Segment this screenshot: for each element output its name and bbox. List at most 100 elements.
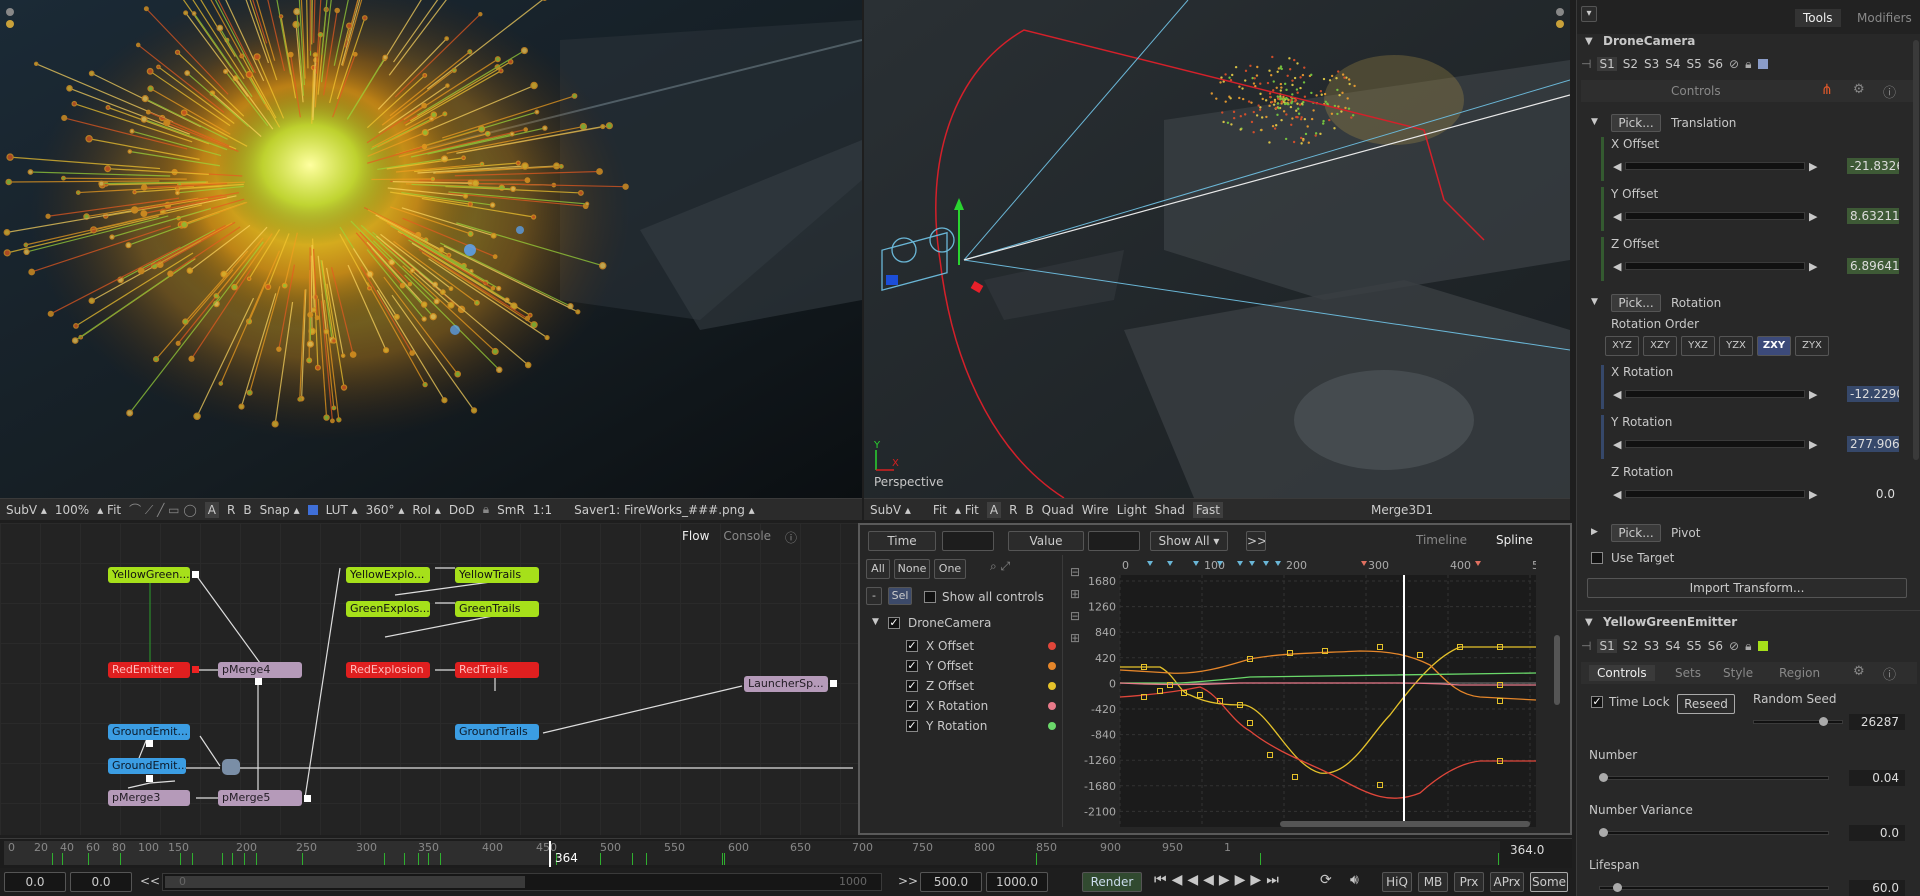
- node1-expand-icon[interactable]: ▼: [1585, 36, 1593, 47]
- node1-controls-label[interactable]: Controls: [1671, 84, 1721, 98]
- channel-a-button[interactable]: A: [204, 501, 219, 518]
- settings-gear-icon[interactable]: ⚙: [1853, 82, 1865, 97]
- global-end-field[interactable]: 1000.0: [986, 872, 1048, 892]
- tree-expand-icon[interactable]: ▼: [872, 617, 879, 627]
- zoom-icon[interactable]: ⌕ ⤢: [990, 559, 1010, 574]
- lock-icon[interactable]: 🔒︎: [483, 502, 489, 517]
- right-viewer[interactable]: Y X Perspective: [864, 0, 1570, 498]
- disable-icon[interactable]: ⊘: [1729, 639, 1739, 653]
- number-variance-value[interactable]: 0.0: [1849, 825, 1905, 841]
- time-lock-checkbox[interactable]: ✓: [1591, 696, 1603, 708]
- sel-button[interactable]: Sel: [888, 587, 912, 605]
- slot-s5[interactable]: S5: [1687, 57, 1702, 71]
- z-offset-dec-arrow[interactable]: ◀: [1613, 260, 1621, 273]
- x-rotation-dec-arrow[interactable]: ◀: [1613, 388, 1621, 401]
- slot-s6[interactable]: S6: [1708, 57, 1723, 71]
- render-start-field[interactable]: 0.0: [70, 872, 132, 892]
- channel-checkbox[interactable]: ✓: [906, 700, 918, 712]
- pipe-router[interactable]: [222, 759, 240, 775]
- y-rotation-dec-arrow[interactable]: ◀: [1613, 438, 1621, 451]
- node-groundemit1[interactable]: GroundEmit...: [108, 724, 190, 740]
- channel-checkbox[interactable]: ✓: [906, 680, 918, 692]
- scroll-fwd-button[interactable]: >>: [898, 874, 918, 888]
- tab-modifiers[interactable]: Modifiers: [1857, 11, 1912, 25]
- rotation-order-yxz[interactable]: YXZ: [1681, 336, 1715, 356]
- toggle-hiq[interactable]: HiQ: [1382, 872, 1412, 892]
- filter-one[interactable]: One: [934, 559, 966, 579]
- spline-vscroll[interactable]: [1554, 635, 1560, 705]
- expand-button[interactable]: >>: [1246, 531, 1266, 551]
- number-handle[interactable]: [1599, 773, 1608, 782]
- toggle-prx[interactable]: Prx: [1454, 872, 1484, 892]
- import-transform-button[interactable]: Import Transform...: [1587, 578, 1907, 598]
- scroll-back-button[interactable]: <<: [140, 874, 160, 888]
- node-output[interactable]: [146, 775, 153, 782]
- pivot-pick-button[interactable]: Pick...: [1611, 524, 1661, 542]
- rotation-order-xzy[interactable]: XZY: [1643, 336, 1677, 356]
- node2-expand-icon[interactable]: ▼: [1585, 617, 1593, 628]
- slot-s4[interactable]: S4: [1665, 639, 1680, 653]
- x-rotation-inc-arrow[interactable]: ▶: [1809, 388, 1817, 401]
- rotation-pick-button[interactable]: Pick...: [1611, 294, 1661, 312]
- render-button[interactable]: Render: [1082, 872, 1142, 892]
- subview-menu[interactable]: SubV ▴: [6, 503, 47, 517]
- show-all-dropdown[interactable]: Show All ▾: [1150, 531, 1228, 551]
- toggle-mb[interactable]: MB: [1418, 872, 1448, 892]
- y-offset-inc-arrow[interactable]: ▶: [1809, 210, 1817, 223]
- slot-s6[interactable]: S6: [1708, 639, 1723, 653]
- z-offset-inc-arrow[interactable]: ▶: [1809, 260, 1817, 273]
- tree-root-checkbox[interactable]: ✓: [888, 617, 900, 629]
- wire-button[interactable]: Wire: [1082, 503, 1109, 517]
- slot-s4[interactable]: S4: [1665, 57, 1680, 71]
- slot-s1[interactable]: S1: [1597, 57, 1617, 71]
- tab-sets[interactable]: Sets: [1675, 666, 1701, 680]
- fit-button-right[interactable]: ▴ Fit: [955, 503, 979, 517]
- lifespan-value[interactable]: 60.0: [1849, 880, 1905, 896]
- channel-checkbox[interactable]: ✓: [906, 720, 918, 732]
- slot-s3[interactable]: S3: [1644, 639, 1659, 653]
- onetoone-button[interactable]: 1:1: [533, 503, 552, 517]
- channel-r-button[interactable]: R: [227, 503, 235, 517]
- lifespan-handle[interactable]: [1613, 883, 1622, 892]
- channel-checkbox[interactable]: ✓: [906, 660, 918, 672]
- node-output[interactable]: [304, 795, 311, 802]
- node-output[interactable]: [192, 571, 199, 578]
- draw-tools-icon[interactable]: ⌒ ⟋ ╱ ▭ ◯: [129, 501, 197, 518]
- node-groundemit2[interactable]: GroundEmit...: [108, 758, 186, 774]
- node-yellowtrails[interactable]: YellowTrails: [455, 567, 539, 583]
- channel-b-button-right[interactable]: B: [1025, 503, 1033, 517]
- y-offset-dec-arrow[interactable]: ◀: [1613, 210, 1621, 223]
- loop-icon[interactable]: ⟳: [1320, 872, 1332, 888]
- z-rotation-slider[interactable]: [1625, 490, 1805, 498]
- inspector-scrollbar[interactable]: [1913, 40, 1919, 460]
- time-field[interactable]: [942, 531, 994, 551]
- use-target-checkbox[interactable]: [1591, 552, 1603, 564]
- fit-label-right[interactable]: Fit: [933, 503, 947, 517]
- pivot-expand-icon[interactable]: ▶: [1591, 527, 1598, 537]
- audio-icon[interactable]: 🔊︎: [1350, 872, 1359, 888]
- rotation-order-yzx[interactable]: YZX: [1719, 336, 1753, 356]
- color-chip-icon[interactable]: [1757, 59, 1768, 69]
- slot-s5[interactable]: S5: [1687, 639, 1702, 653]
- fast-button[interactable]: Fast: [1192, 501, 1223, 518]
- spline-graph[interactable]: 0 100 200 300 400 500 1680 1260 840 420 0 -420 -840 -…: [1080, 555, 1536, 827]
- viewer-corner-icons-right[interactable]: [1556, 8, 1566, 32]
- lut-menu[interactable]: LUT ▴: [326, 503, 358, 517]
- light-button[interactable]: Light: [1117, 503, 1147, 517]
- number-variance-handle[interactable]: [1599, 828, 1608, 837]
- node-greenexplos[interactable]: GreenExplos...: [346, 601, 430, 617]
- x-offset-dec-arrow[interactable]: ◀: [1613, 160, 1621, 173]
- shad-button[interactable]: Shad: [1155, 503, 1185, 517]
- smr-button[interactable]: SmR: [497, 503, 525, 517]
- filter-all[interactable]: All: [866, 559, 890, 579]
- tab-tools[interactable]: Tools: [1795, 9, 1841, 27]
- translation-pick-button[interactable]: Pick...: [1611, 114, 1661, 132]
- slot-s1[interactable]: S1: [1597, 639, 1617, 653]
- viewer-corner-icons[interactable]: [6, 8, 16, 32]
- value-field[interactable]: [1088, 531, 1140, 551]
- slot-s2[interactable]: S2: [1623, 639, 1638, 653]
- number-slider[interactable]: [1599, 776, 1829, 780]
- collapse-button[interactable]: -: [866, 587, 882, 605]
- pin-icon[interactable]: ⊣: [1581, 639, 1591, 653]
- tab-region[interactable]: Region: [1779, 666, 1820, 680]
